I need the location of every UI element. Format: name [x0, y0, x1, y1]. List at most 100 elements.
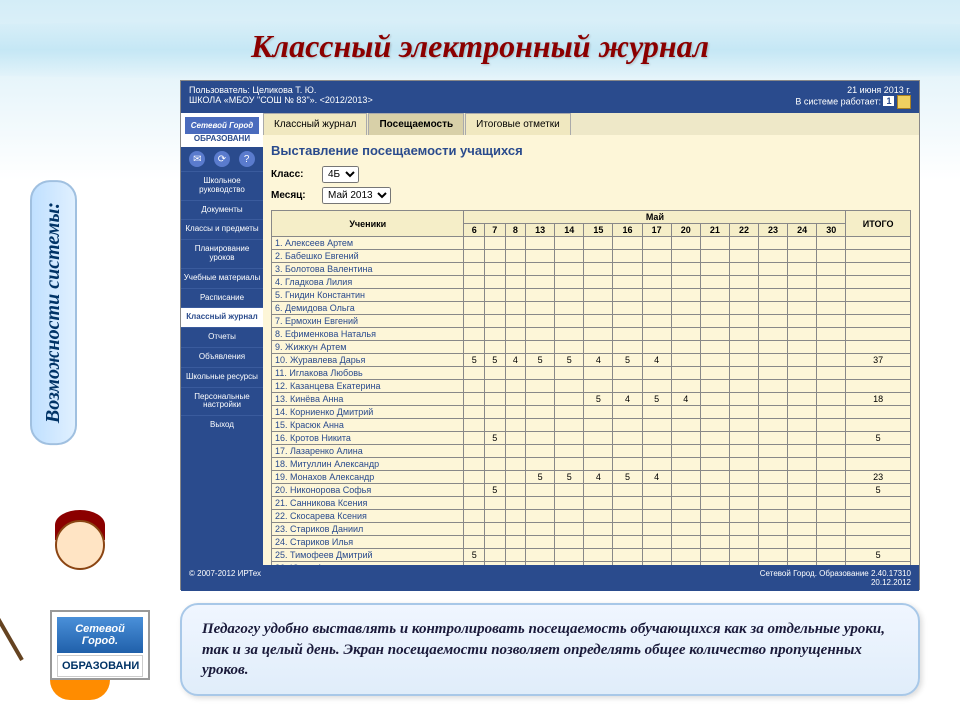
student-name[interactable]: 15. Красюк Анна [272, 419, 464, 432]
attendance-cell[interactable] [464, 276, 485, 289]
attendance-cell[interactable] [759, 302, 788, 315]
student-name[interactable]: 24. Стариков Илья [272, 536, 464, 549]
attendance-cell[interactable]: 4 [584, 471, 613, 484]
attendance-cell[interactable] [613, 523, 642, 536]
attendance-cell[interactable] [700, 484, 729, 497]
attendance-cell[interactable] [642, 302, 671, 315]
attendance-cell[interactable] [700, 289, 729, 302]
attendance-cell[interactable] [526, 315, 555, 328]
attendance-cell[interactable] [555, 445, 584, 458]
attendance-cell[interactable] [759, 458, 788, 471]
attendance-cell[interactable] [485, 237, 506, 250]
attendance-cell[interactable] [729, 315, 758, 328]
attendance-cell[interactable] [555, 367, 584, 380]
attendance-cell[interactable] [584, 523, 613, 536]
sidebar-item-11[interactable]: Выход [181, 415, 263, 435]
attendance-cell[interactable] [485, 276, 506, 289]
attendance-cell[interactable]: 4 [671, 393, 700, 406]
attendance-cell[interactable] [505, 484, 526, 497]
attendance-cell[interactable] [642, 237, 671, 250]
attendance-cell[interactable] [505, 445, 526, 458]
attendance-cell[interactable] [817, 315, 846, 328]
attendance-cell[interactable] [729, 458, 758, 471]
attendance-cell[interactable] [613, 380, 642, 393]
attendance-cell[interactable] [555, 432, 584, 445]
attendance-cell[interactable] [505, 263, 526, 276]
attendance-cell[interactable] [505, 471, 526, 484]
student-name[interactable]: 13. Кинёва Анна [272, 393, 464, 406]
attendance-cell[interactable] [729, 510, 758, 523]
attendance-cell[interactable] [584, 367, 613, 380]
attendance-cell[interactable] [700, 406, 729, 419]
attendance-cell[interactable] [817, 497, 846, 510]
attendance-cell[interactable] [700, 510, 729, 523]
attendance-cell[interactable] [613, 497, 642, 510]
attendance-cell[interactable] [613, 302, 642, 315]
attendance-cell[interactable] [505, 458, 526, 471]
attendance-cell[interactable] [505, 393, 526, 406]
attendance-cell[interactable] [555, 315, 584, 328]
attendance-cell[interactable]: 5 [613, 354, 642, 367]
attendance-cell[interactable] [671, 458, 700, 471]
student-name[interactable]: 2. Бабешко Евгений [272, 250, 464, 263]
attendance-cell[interactable]: 5 [642, 393, 671, 406]
attendance-cell[interactable] [817, 328, 846, 341]
attendance-cell[interactable] [555, 263, 584, 276]
attendance-cell[interactable] [464, 445, 485, 458]
attendance-cell[interactable] [700, 237, 729, 250]
tab-0[interactable]: Классный журнал [263, 113, 367, 135]
student-name[interactable]: 14. Корниенко Дмитрий [272, 406, 464, 419]
attendance-cell[interactable] [485, 471, 506, 484]
attendance-cell[interactable] [671, 237, 700, 250]
student-name[interactable]: 4. Гладкова Лилия [272, 276, 464, 289]
attendance-cell[interactable] [671, 471, 700, 484]
sidebar-item-0[interactable]: Школьное руководство [181, 171, 263, 200]
attendance-cell[interactable] [671, 484, 700, 497]
attendance-cell[interactable] [613, 289, 642, 302]
attendance-cell[interactable] [555, 406, 584, 419]
attendance-cell[interactable] [526, 276, 555, 289]
student-name[interactable]: 21. Санникова Ксения [272, 497, 464, 510]
attendance-cell[interactable] [555, 380, 584, 393]
attendance-cell[interactable] [700, 393, 729, 406]
attendance-cell[interactable] [642, 484, 671, 497]
attendance-cell[interactable] [613, 328, 642, 341]
attendance-cell[interactable] [555, 562, 584, 566]
attendance-cell[interactable] [671, 432, 700, 445]
attendance-cell[interactable] [584, 237, 613, 250]
attendance-cell[interactable] [485, 380, 506, 393]
attendance-cell[interactable] [613, 419, 642, 432]
attendance-cell[interactable] [505, 341, 526, 354]
attendance-cell[interactable] [788, 471, 817, 484]
attendance-cell[interactable] [526, 380, 555, 393]
attendance-cell[interactable] [729, 341, 758, 354]
attendance-cell[interactable] [671, 328, 700, 341]
attendance-cell[interactable] [671, 289, 700, 302]
attendance-cell[interactable] [464, 497, 485, 510]
attendance-cell[interactable] [729, 549, 758, 562]
attendance-cell[interactable] [526, 250, 555, 263]
attendance-cell[interactable] [788, 302, 817, 315]
attendance-cell[interactable] [526, 289, 555, 302]
attendance-cell[interactable] [464, 380, 485, 393]
attendance-cell[interactable] [464, 289, 485, 302]
attendance-cell[interactable] [505, 562, 526, 566]
attendance-cell[interactable] [464, 510, 485, 523]
attendance-cell[interactable] [671, 510, 700, 523]
attendance-cell[interactable] [464, 341, 485, 354]
attendance-cell[interactable] [584, 458, 613, 471]
attendance-cell[interactable] [505, 432, 526, 445]
attendance-cell[interactable] [642, 380, 671, 393]
attendance-cell[interactable] [817, 237, 846, 250]
attendance-cell[interactable] [555, 276, 584, 289]
attendance-cell[interactable] [700, 458, 729, 471]
attendance-cell[interactable] [505, 289, 526, 302]
student-name[interactable]: 7. Ермохин Евгений [272, 315, 464, 328]
attendance-cell[interactable] [759, 354, 788, 367]
month-select[interactable]: Май 2013 [322, 187, 391, 204]
attendance-cell[interactable] [729, 432, 758, 445]
student-name[interactable]: 12. Казанцева Екатерина [272, 380, 464, 393]
attendance-cell[interactable] [555, 523, 584, 536]
attendance-cell[interactable] [788, 289, 817, 302]
attendance-cell[interactable] [584, 302, 613, 315]
